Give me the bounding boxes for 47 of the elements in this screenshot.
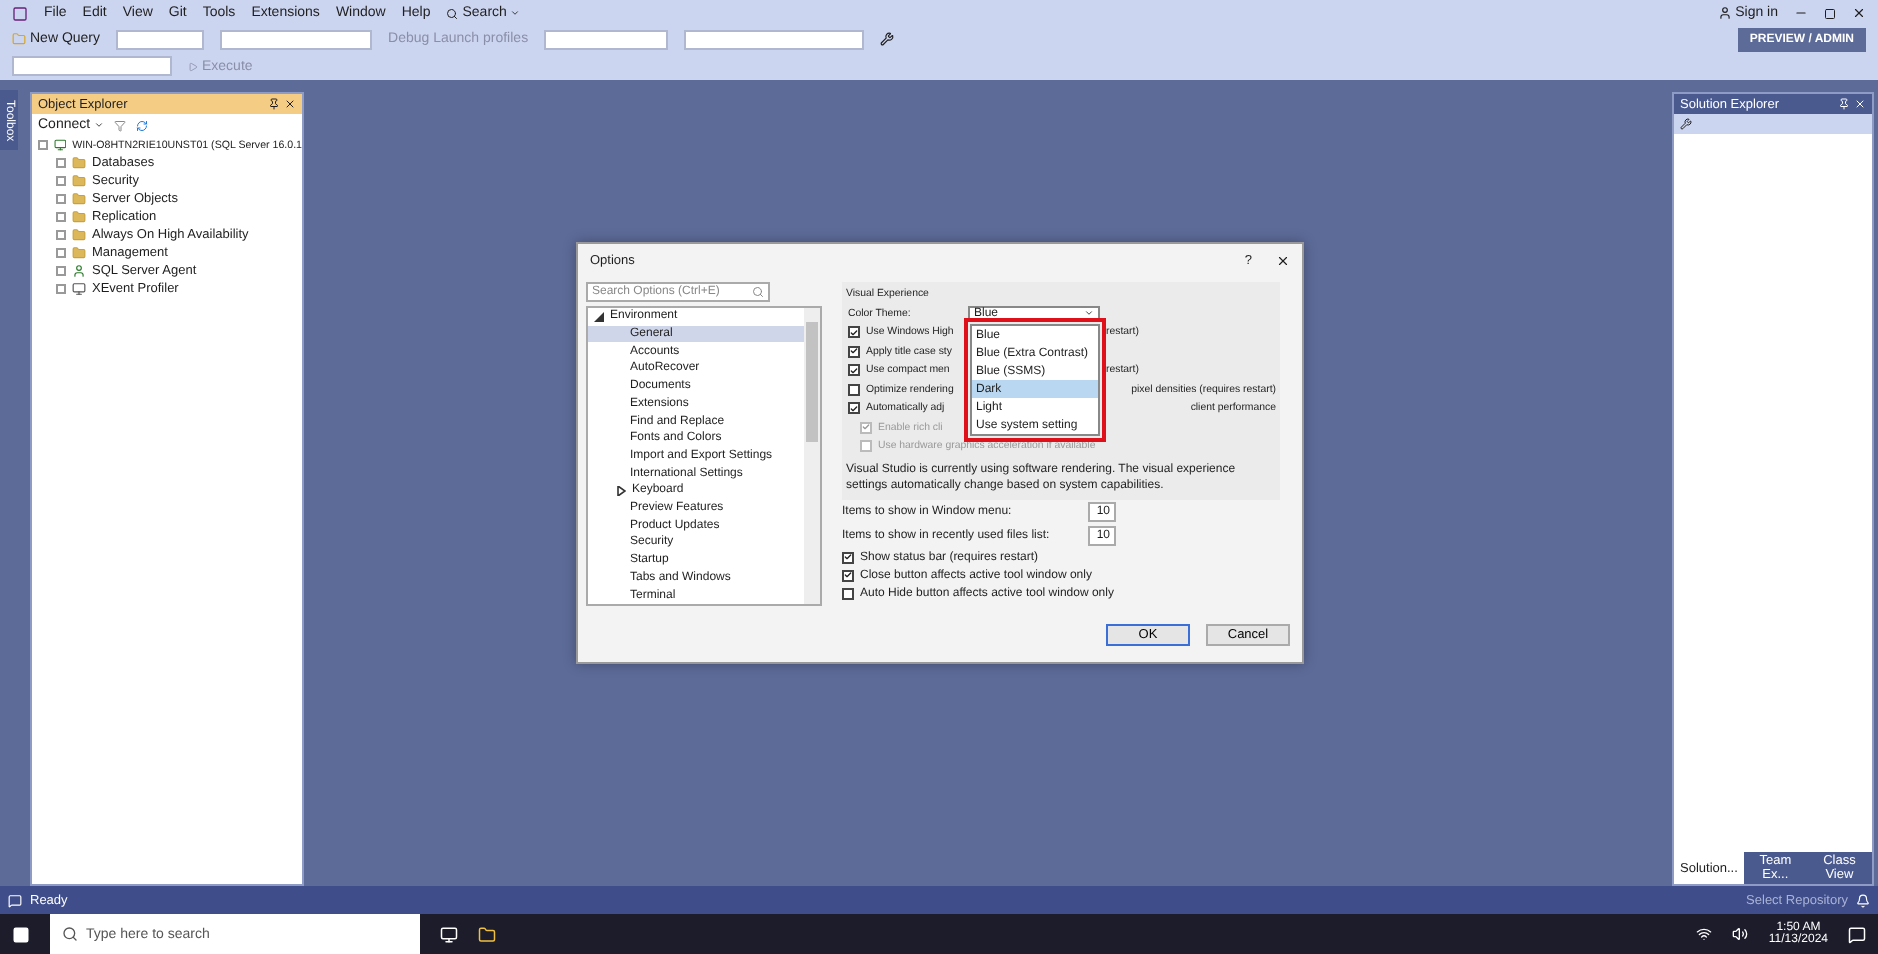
- folder-icon[interactable]: [478, 925, 496, 943]
- filter-icon[interactable]: [114, 119, 127, 131]
- refresh-icon[interactable]: [136, 119, 149, 131]
- checkbox[interactable]: [842, 569, 854, 581]
- search-icon: [752, 286, 764, 298]
- folder-icon: [72, 228, 86, 242]
- search-icon: [446, 7, 459, 20]
- close-icon[interactable]: [284, 98, 296, 110]
- close-icon[interactable]: [1276, 253, 1290, 267]
- folder-icon: [72, 156, 86, 170]
- checkbox[interactable]: [842, 551, 854, 563]
- start-icon[interactable]: [12, 925, 30, 943]
- network-icon[interactable]: [1696, 926, 1713, 942]
- folder-icon: [72, 210, 86, 224]
- checkbox[interactable]: [848, 326, 860, 338]
- caret-icon: [1084, 308, 1094, 318]
- wrench-icon[interactable]: [1680, 118, 1692, 130]
- checkbox[interactable]: [848, 383, 860, 395]
- play-icon: [188, 61, 198, 72]
- checkbox[interactable]: [848, 345, 860, 357]
- checkbox[interactable]: [848, 364, 860, 376]
- folder-icon: [72, 192, 86, 206]
- status-icon: [8, 893, 22, 907]
- expand-icon[interactable]: [616, 485, 626, 496]
- notifications-icon[interactable]: [1848, 925, 1866, 943]
- checkbox[interactable]: [842, 587, 854, 599]
- scrollbar[interactable]: [804, 308, 820, 604]
- volume-icon[interactable]: [1732, 926, 1749, 942]
- folder-icon: [72, 174, 86, 188]
- pin-icon[interactable]: [268, 98, 280, 110]
- wrench-icon[interactable]: [880, 32, 895, 47]
- person-icon: [1717, 6, 1732, 21]
- restore-icon[interactable]: [1824, 7, 1836, 20]
- caret-icon: [510, 8, 521, 19]
- app-logo-icon: [12, 5, 28, 22]
- agent-icon: [72, 264, 86, 278]
- caret-icon: [94, 120, 105, 130]
- task-view-icon[interactable]: [440, 925, 458, 943]
- expand-icon[interactable]: [594, 311, 604, 322]
- server-icon: [53, 138, 67, 152]
- search-icon: [62, 926, 78, 942]
- folder-icon: [72, 246, 86, 260]
- close-icon[interactable]: [1852, 6, 1866, 21]
- checkbox[interactable]: [848, 402, 860, 414]
- profiler-icon: [72, 282, 86, 296]
- folder-icon: [12, 32, 26, 47]
- bell-icon[interactable]: [1856, 893, 1870, 907]
